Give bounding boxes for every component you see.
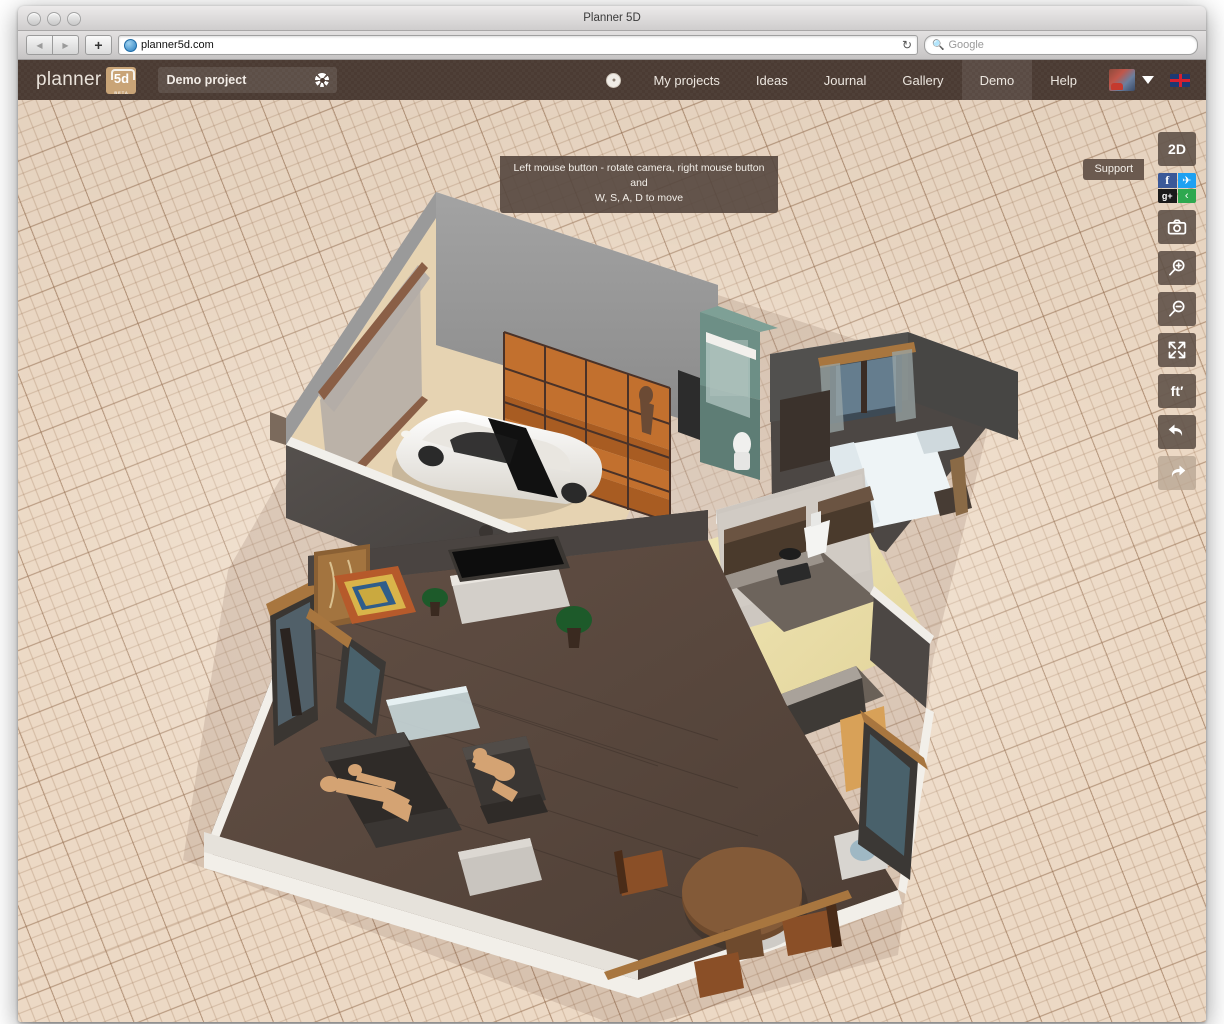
new-tab-button[interactable]: + [85, 35, 112, 55]
address-bar[interactable]: planner5d.com ↻ [118, 35, 918, 55]
nav-item-ideas[interactable]: Ideas [738, 60, 806, 100]
tooltip-line-2: W, S, A, D to move [510, 191, 768, 206]
camera-icon [1167, 217, 1187, 237]
browser-titlebar: Planner 5D [18, 6, 1206, 31]
nav-item-help[interactable]: Help [1032, 60, 1095, 100]
nav-item-demo[interactable]: Demo [962, 60, 1033, 100]
zoom-in-button[interactable] [1158, 251, 1196, 285]
logo-badge-icon: 5d BETA [106, 67, 136, 94]
tooltip-line-1: Left mouse button - rotate camera, right… [510, 161, 768, 191]
logo-badge-text: 5d [114, 72, 129, 85]
project-name-input[interactable]: Demo project [158, 67, 337, 93]
view-2d-button[interactable]: 2D [1158, 132, 1196, 166]
main-nav: ● My projects Ideas Journal Gallery Demo… [592, 60, 1206, 100]
support-tab[interactable]: Support [1083, 159, 1144, 180]
site-favicon-icon [124, 39, 137, 52]
browser-window: Planner 5D ◀ ▶ + planner5d.com ↻ 🔍 Googl… [18, 6, 1206, 1022]
fullscreen-icon [1167, 340, 1187, 360]
google-plus-icon[interactable]: g+ [1158, 189, 1177, 203]
save-status-icon: ● [606, 73, 621, 88]
zoom-out-button[interactable] [1158, 292, 1196, 326]
chevron-down-icon[interactable] [1142, 76, 1154, 84]
app-header: planner 5d BETA Demo project ● My projec… [18, 60, 1206, 100]
window-title: Planner 5D [18, 6, 1206, 30]
units-button[interactable]: ft′ [1158, 374, 1196, 408]
undo-button[interactable] [1158, 415, 1196, 449]
project-name-value: Demo project [166, 73, 246, 87]
magnifier-icon: 🔍 [932, 40, 944, 51]
nav-item-journal[interactable]: Journal [806, 60, 885, 100]
reload-icon[interactable]: ↻ [902, 38, 912, 52]
fullscreen-button[interactable] [1158, 333, 1196, 367]
minimize-button[interactable] [47, 12, 61, 26]
uk-flag-icon[interactable] [1170, 74, 1190, 87]
nav-buttons[interactable]: ◀ ▶ [26, 35, 79, 55]
save-status[interactable]: ● [592, 73, 635, 88]
twitter-icon[interactable]: ✈ [1178, 173, 1197, 188]
undo-icon [1167, 422, 1187, 442]
share-icon[interactable]: ‹ [1178, 189, 1197, 203]
address-bar-url: planner5d.com [141, 39, 214, 51]
social-share-group[interactable]: f ✈ g+ ‹ [1158, 173, 1196, 203]
redo-icon [1167, 463, 1187, 483]
planner5d-logo[interactable]: planner 5d BETA [36, 67, 136, 94]
search-placeholder: Google [948, 39, 983, 51]
viewport-toolbar: 2D f ✈ g+ ‹ [1158, 132, 1196, 490]
browser-toolbar: ◀ ▶ + planner5d.com ↻ 🔍 Google [18, 31, 1206, 60]
nav-item-my-projects[interactable]: My projects [635, 60, 737, 100]
gear-icon[interactable] [315, 73, 329, 87]
search-field[interactable]: 🔍 Google [924, 35, 1198, 55]
planner5d-app: planner 5d BETA Demo project ● My projec… [18, 60, 1206, 1022]
back-button[interactable]: ◀ [26, 35, 52, 55]
close-button[interactable] [27, 12, 41, 26]
facebook-icon[interactable]: f [1158, 173, 1177, 188]
zoom-in-icon [1167, 258, 1187, 278]
zoom-button[interactable] [67, 12, 81, 26]
nav-item-gallery[interactable]: Gallery [884, 60, 961, 100]
logo-badge-sub: BETA [114, 91, 129, 95]
floorplan-3d-viewport[interactable] [18, 100, 1206, 1022]
zoom-out-icon [1167, 299, 1187, 319]
window-traffic-lights[interactable] [27, 12, 81, 26]
house-model [18, 100, 1206, 1022]
avatar[interactable] [1109, 69, 1135, 91]
logo-wordmark: planner [36, 69, 101, 91]
screenshot-button[interactable] [1158, 210, 1196, 244]
redo-button[interactable] [1158, 456, 1196, 490]
forward-button[interactable]: ▶ [52, 35, 79, 55]
camera-hint-tooltip: Left mouse button - rotate camera, right… [500, 156, 778, 213]
